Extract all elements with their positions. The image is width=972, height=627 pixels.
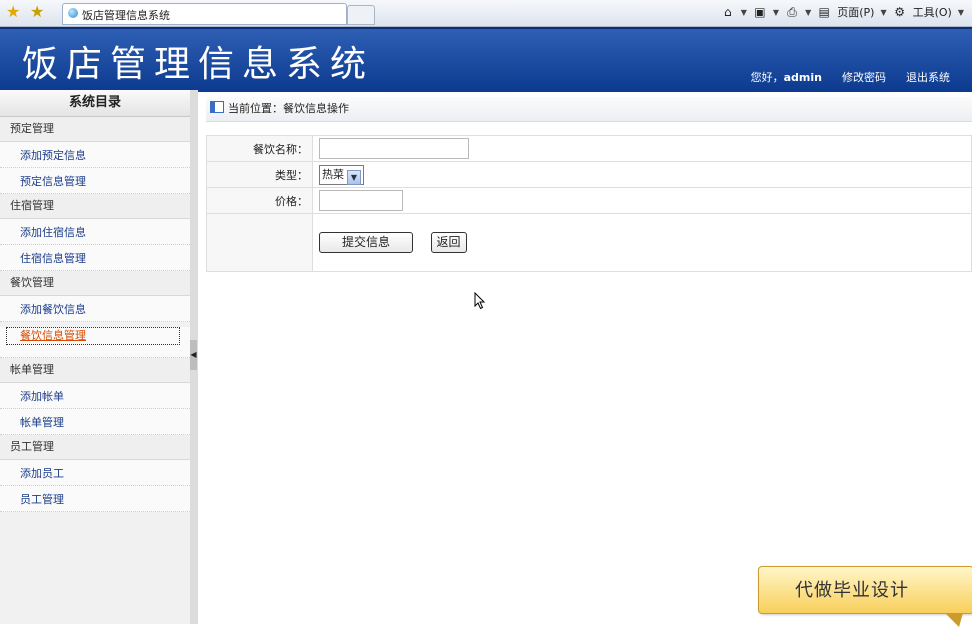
price-label: 价格： <box>206 187 313 214</box>
user-greeting: 您好，admin <box>751 69 822 85</box>
header-links: 您好，admin 修改密码 退出系统 <box>751 69 950 85</box>
greeting-text: 您好， <box>750 71 784 84</box>
sidebar-group-reservation: 预定管理 <box>0 117 190 142</box>
page-menu[interactable]: 页面(P) <box>837 4 874 20</box>
globe-icon <box>68 8 78 18</box>
name-label: 餐饮名称： <box>206 135 313 162</box>
browser-command-bar: ⌂ ▼ ▣ ▼ ⎙ ▼ ▤ 页面(P) ▼ ⚙ 工具(O) ▼ <box>721 4 964 20</box>
mouse-cursor-icon <box>474 292 486 310</box>
dining-name-input[interactable] <box>319 138 469 159</box>
feeds-icon[interactable]: ▣ <box>753 5 767 19</box>
sidebar-item-add-reservation[interactable]: 添加预定信息 <box>0 142 190 168</box>
page-dropdown-icon[interactable]: ▼ <box>880 8 886 17</box>
sidebar-item-dining-management[interactable]: 餐饮信息管理 <box>6 327 180 345</box>
home-dropdown-icon[interactable]: ▼ <box>741 8 747 17</box>
tools-dropdown-icon[interactable]: ▼ <box>958 8 964 17</box>
sidebar-item-add-dining[interactable]: 添加餐饮信息 <box>0 296 190 322</box>
type-label: 类型： <box>206 161 313 188</box>
promo-banner[interactable]: 代做毕业设计 <box>758 566 972 627</box>
sidebar-item-add-staff[interactable]: 添加员工 <box>0 460 190 486</box>
sidebar-collapse-handle[interactable]: ◀ <box>190 340 197 370</box>
sidebar-item-add-lodging[interactable]: 添加住宿信息 <box>0 219 190 245</box>
chevron-down-icon[interactable]: ▼ <box>347 170 361 185</box>
dining-form: 餐饮名称： 类型： 热菜 ▼ 价格： 提交信息 返回 <box>206 135 972 272</box>
browser-toolbar: ★ ★ 饭店管理信息系统 ⌂ ▼ ▣ ▼ ⎙ ▼ ▤ 页面(P) ▼ ⚙ 工具(O) ▼ <box>0 0 972 27</box>
button-row-label <box>206 213 313 272</box>
breadcrumb: 当前位置：餐饮信息操作 <box>206 97 972 122</box>
sidebar-item-staff-management[interactable]: 员工管理 <box>0 486 190 512</box>
promo-text: 代做毕业设计 <box>795 580 909 601</box>
back-button[interactable]: 返回 <box>430 232 467 253</box>
home-icon[interactable]: ⌂ <box>721 5 735 19</box>
sidebar-active-row: 餐饮信息管理 <box>0 327 190 358</box>
print-icon[interactable]: ⎙ <box>785 5 799 19</box>
change-password-link[interactable]: 修改密码 <box>842 69 886 85</box>
sidebar-item-lodging-management[interactable]: 住宿信息管理 <box>0 245 190 271</box>
sidebar-item-reservation-management[interactable]: 预定信息管理 <box>0 168 190 194</box>
sidebar-title: 系统目录 <box>0 90 190 117</box>
submit-button[interactable]: 提交信息 <box>319 232 413 253</box>
print-dropdown-icon[interactable]: ▼ <box>805 8 811 17</box>
sidebar: 系统目录 预定管理 添加预定信息 预定信息管理 住宿管理 添加住宿信息 住宿信息… <box>0 90 198 624</box>
page-layout-icon <box>210 101 224 113</box>
promo-tail <box>945 613 963 627</box>
app-header: 饭店管理信息系统 您好，admin 修改密码 退出系统 <box>0 27 972 92</box>
new-tab-button[interactable] <box>347 5 375 25</box>
sidebar-group-dining: 餐饮管理 <box>0 271 190 296</box>
tools-gear-icon: ⚙ <box>894 5 905 19</box>
type-select-value: 热菜 <box>322 168 344 181</box>
sidebar-group-lodging: 住宿管理 <box>0 194 190 219</box>
username: admin <box>783 71 822 84</box>
breadcrumb-text: 当前位置：餐饮信息操作 <box>228 102 349 115</box>
feeds-dropdown-icon[interactable]: ▼ <box>773 8 779 17</box>
sidebar-group-staff: 员工管理 <box>0 435 190 460</box>
browser-tab-title: 饭店管理信息系统 <box>82 9 170 22</box>
logout-link[interactable]: 退出系统 <box>906 69 950 85</box>
sidebar-item-bill-management[interactable]: 帐单管理 <box>0 409 190 435</box>
type-select[interactable]: 热菜 ▼ <box>319 165 364 185</box>
sidebar-group-billing: 帐单管理 <box>0 358 190 383</box>
tools-menu[interactable]: 工具(O) <box>913 4 952 20</box>
app-title: 饭店管理信息系统 <box>22 44 375 85</box>
page-icon: ▤ <box>818 5 830 19</box>
browser-tab[interactable]: 饭店管理信息系统 <box>62 3 347 25</box>
favorites-star-icon[interactable]: ★ <box>6 3 20 21</box>
price-input[interactable] <box>319 190 403 211</box>
add-favorites-icon[interactable]: ★ <box>30 3 44 21</box>
sidebar-item-add-bill[interactable]: 添加帐单 <box>0 383 190 409</box>
